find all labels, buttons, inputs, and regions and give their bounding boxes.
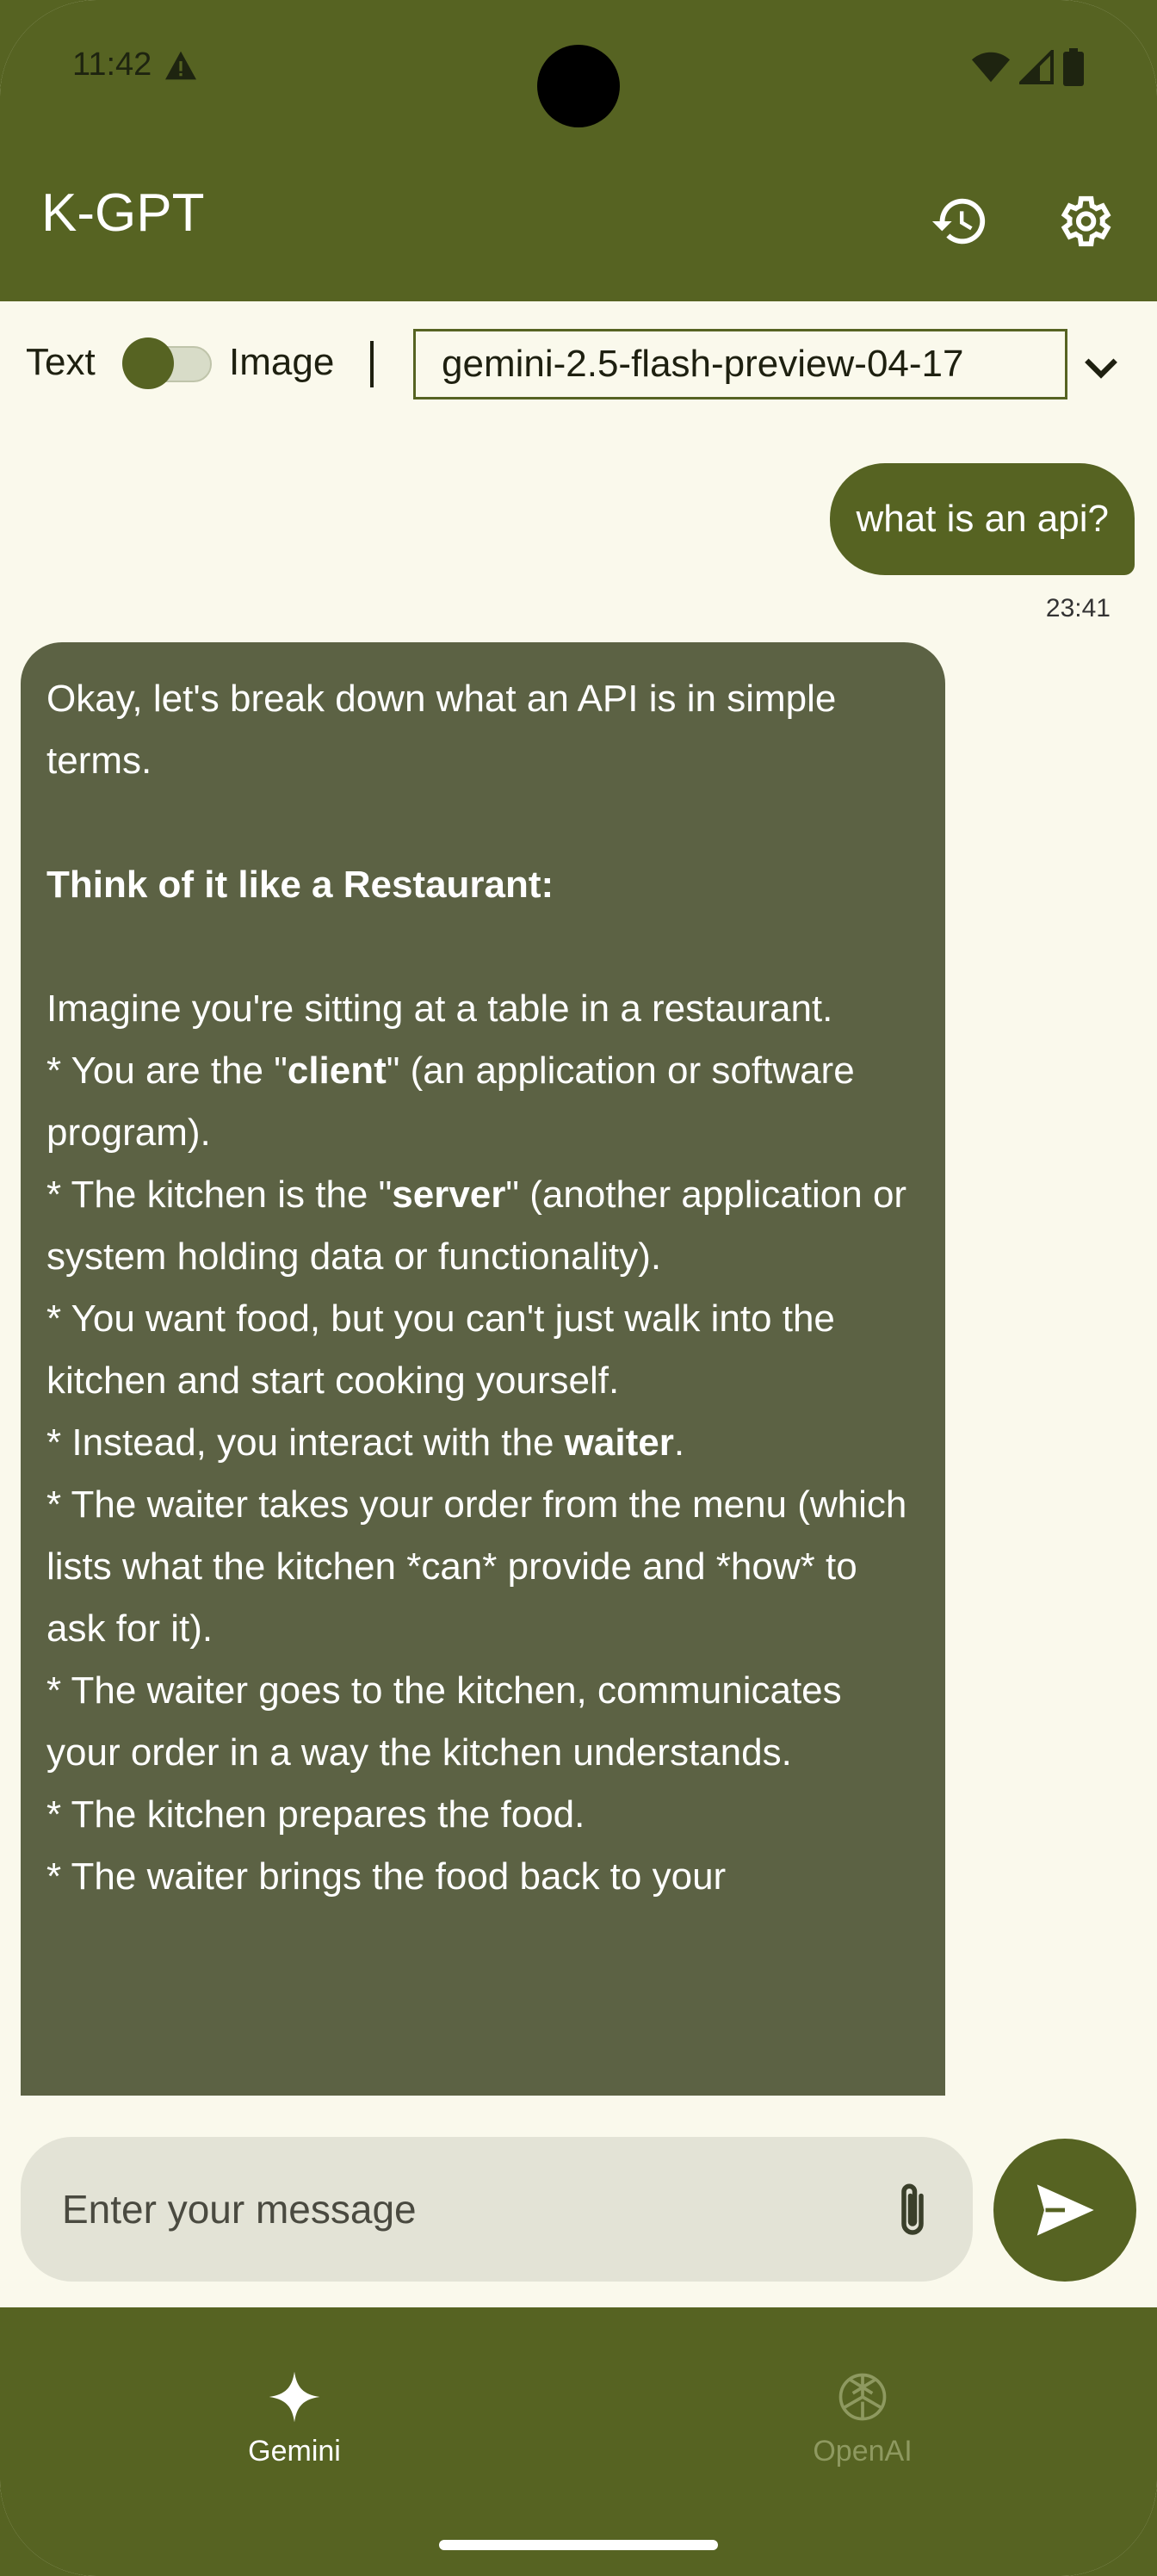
bot-message-bubble: Okay, let's break down what an API is in… xyxy=(21,642,945,2096)
wifi-icon xyxy=(971,52,1011,83)
bot-bullet: * The kitchen prepares the food. xyxy=(46,1793,585,1836)
home-indicator xyxy=(439,2540,718,2550)
app-title: K-GPT xyxy=(41,183,205,243)
settings-button[interactable] xyxy=(1054,191,1114,251)
send-icon xyxy=(1036,2184,1094,2236)
text-image-toggle[interactable] xyxy=(122,337,212,389)
bot-bullet: * You want food, but you can't just walk… xyxy=(46,1297,835,1402)
image-mode-label: Image xyxy=(229,341,335,383)
status-time: 11:42 xyxy=(72,46,198,84)
nav-openai[interactable]: OpenAI xyxy=(733,2368,992,2468)
text-mode-label: Text xyxy=(26,341,96,383)
history-icon xyxy=(931,198,986,245)
history-button[interactable] xyxy=(930,191,990,251)
sparkle-icon xyxy=(269,2371,320,2423)
bot-heading: Think of it like a Restaurant: xyxy=(46,864,554,906)
openai-icon xyxy=(838,2373,887,2421)
bot-bullet: * Instead, you interact with the waiter. xyxy=(46,1421,685,1464)
status-icons xyxy=(971,48,1085,86)
bot-line: Okay, let's break down what an API is in… xyxy=(46,678,837,782)
battery-icon xyxy=(1063,48,1084,86)
gear-icon xyxy=(1061,195,1111,247)
screen: 11:42 K-GPT Text Image gemini-2.5-flash-… xyxy=(0,0,1157,2576)
user-message-bubble: what is an api? xyxy=(830,463,1135,575)
signal-icon xyxy=(1019,50,1054,84)
nav-gemini-label: Gemini xyxy=(248,2435,341,2468)
nav-openai-label: OpenAI xyxy=(813,2435,913,2468)
bot-bullet: * You are the "client" (an application o… xyxy=(46,1050,855,1154)
separator xyxy=(370,341,374,387)
top-app-bar: 11:42 K-GPT xyxy=(0,0,1157,301)
bot-line: Imagine you're sitting at a table in a r… xyxy=(46,988,833,1030)
warning-icon xyxy=(165,51,197,79)
toggle-thumb xyxy=(122,337,174,389)
message-input[interactable] xyxy=(21,2137,973,2282)
attach-icon[interactable] xyxy=(887,2178,938,2244)
bot-bullet: * The waiter brings the food back to you… xyxy=(46,1855,727,1898)
camera-cutout xyxy=(537,45,620,127)
send-button[interactable] xyxy=(993,2139,1136,2282)
bot-bullet: * The kitchen is the "server" (another a… xyxy=(46,1173,907,1278)
message-timestamp: 23:41 xyxy=(1045,594,1111,622)
chevron-down-icon[interactable] xyxy=(1080,346,1123,389)
model-dropdown[interactable]: gemini-2.5-flash-preview-04-17 xyxy=(413,329,1067,399)
status-time-text: 11:42 xyxy=(72,46,152,83)
bot-bullet: * The waiter goes to the kitchen, commun… xyxy=(46,1669,842,1774)
nav-gemini[interactable]: Gemini xyxy=(165,2368,424,2468)
bottom-navigation: Gemini OpenAI xyxy=(0,2307,1157,2576)
bot-bullet: * The waiter takes your order from the m… xyxy=(46,1483,907,1650)
